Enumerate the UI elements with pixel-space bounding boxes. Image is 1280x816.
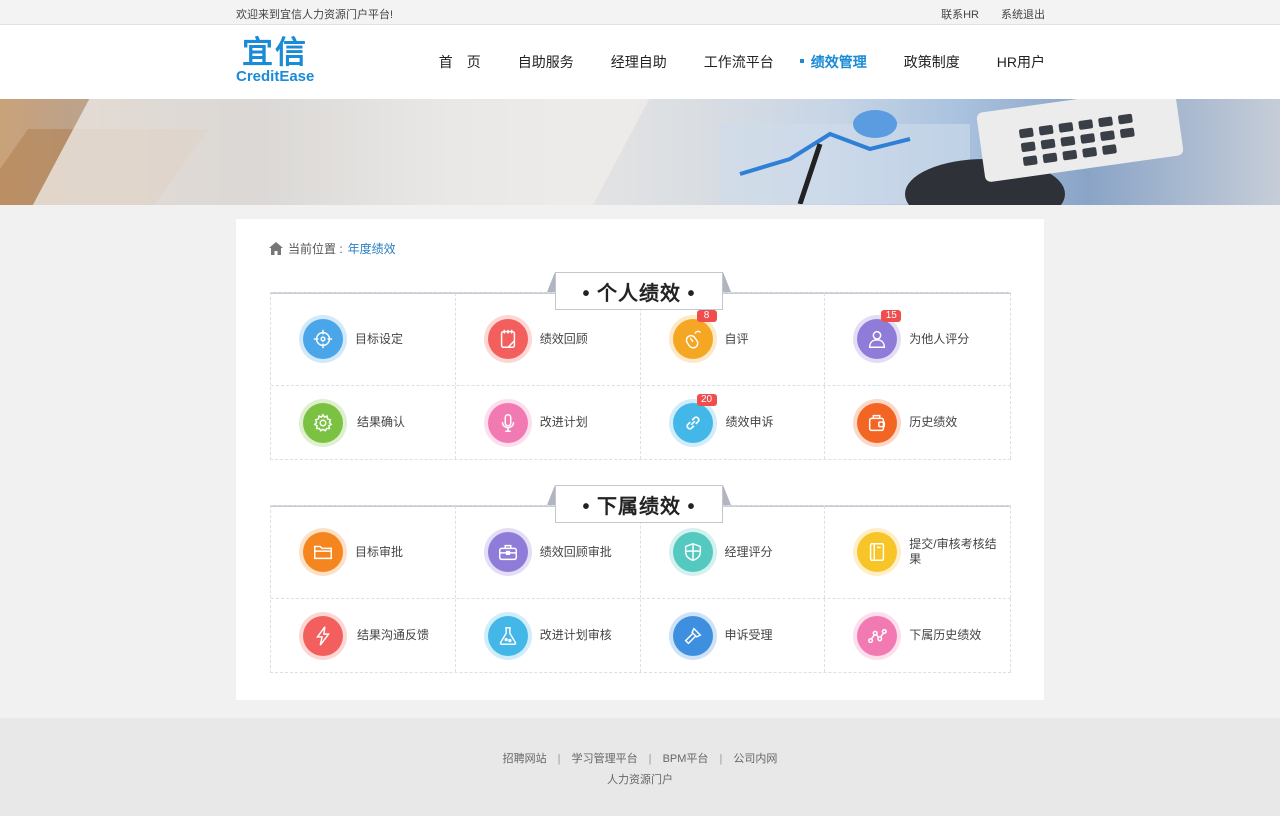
top-bar: 欢迎来到宜信人力资源门户平台! 联系HR 系统退出	[0, 0, 1280, 25]
folder-icon	[299, 528, 347, 576]
tile-label: 目标设定	[355, 331, 404, 346]
tile-label: 改进计划审核	[539, 628, 612, 642]
mouse-icon: 8	[668, 310, 717, 363]
footer-subtitle: 人力资源门户	[607, 774, 673, 786]
user-icon: 15	[853, 310, 902, 363]
flashlight-icon	[668, 611, 717, 660]
tile-label: 结果确认	[357, 415, 406, 429]
banner-image	[0, 99, 1280, 205]
top-links: 联系HR 系统退出	[941, 6, 1045, 22]
nav-manager-service[interactable]: 经理自助	[611, 52, 667, 72]
contact-hr-link[interactable]: 联系HR	[941, 6, 979, 22]
personal-performance-section: 目标设定 绩效回顾 8 自评 15 为他人评分 结果确认 改进计划 20 绩效申…	[270, 272, 1011, 460]
tile-label: 经理评分	[724, 544, 773, 559]
breadcrumb: 当前位置 : 年度绩效	[269, 240, 396, 257]
target-icon	[299, 315, 347, 363]
tile-result-feedback[interactable]: 结果沟通反馈	[271, 599, 456, 672]
briefcase-icon	[483, 528, 532, 576]
footer-link-intranet[interactable]: 公司内网	[733, 753, 777, 765]
tile-label: 改进计划	[539, 415, 588, 429]
personal-grid: 目标设定 绩效回顾 8 自评 15 为他人评分 结果确认 改进计划 20 绩效申…	[270, 292, 1011, 460]
content-panel: 当前位置 : 年度绩效 目标设定 绩效回顾 8 自评 15 为他人评分 结果确认…	[236, 219, 1044, 700]
tile-label: 为他人评分	[909, 331, 970, 346]
header: 宜信 CreditEase 首 页 自助服务 经理自助 工作流平台 绩效管理 政…	[0, 25, 1280, 99]
tile-goal-approval[interactable]: 目标审批	[271, 506, 456, 598]
main-nav: 首 页 自助服务 经理自助 工作流平台 绩效管理 政策制度 HR用户	[439, 25, 1045, 99]
flask-icon	[483, 611, 532, 660]
footer: 招聘网站 | 学习管理平台 | BPM平台 | 公司内网 人力资源门户	[0, 718, 1280, 816]
tile-plan-review[interactable]: 改进计划审核	[456, 599, 641, 672]
footer-link-bpm[interactable]: BPM平台	[663, 753, 709, 765]
tile-label: 结果沟通反馈	[357, 628, 430, 642]
breadcrumb-current[interactable]: 年度绩效	[348, 240, 396, 257]
shield-icon	[668, 528, 717, 576]
notification-badge: 20	[696, 393, 717, 406]
logo[interactable]: 宜信 CreditEase	[236, 37, 316, 87]
logout-link[interactable]: 系统退出	[1001, 6, 1045, 22]
nav-policy[interactable]: 政策制度	[904, 52, 960, 72]
tile-goal-setting[interactable]: 目标设定	[271, 293, 456, 385]
nav-workflow[interactable]: 工作流平台	[704, 52, 774, 72]
footer-link-learning[interactable]: 学习管理平台	[572, 753, 638, 765]
nav-performance[interactable]: 绩效管理	[799, 52, 867, 72]
notification-badge: 8	[696, 310, 717, 322]
logo-cn: 宜信	[242, 35, 308, 70]
footer-links: 招聘网站 | 学习管理平台 | BPM平台 | 公司内网	[0, 750, 1280, 766]
nodes-icon	[853, 611, 902, 660]
subordinate-section-title: • 下属绩效 •	[555, 485, 723, 523]
banner-calculator-graphic	[976, 99, 1184, 183]
microphone-icon	[483, 398, 532, 447]
tile-label: 历史绩效	[909, 415, 958, 429]
personal-section-title: • 个人绩效 •	[555, 272, 723, 310]
subordinate-performance-section: 目标审批 绩效回顾审批 经理评分 提交/审核考核结果 结果沟通反馈 改进计划审核…	[270, 485, 1011, 673]
home-icon[interactable]	[269, 242, 283, 255]
wallet-icon	[853, 398, 902, 447]
tile-result-confirm[interactable]: 结果确认	[271, 386, 456, 459]
gear-icon	[299, 398, 347, 447]
lightning-icon	[299, 611, 347, 660]
tile-subordinate-history[interactable]: 下属历史绩效	[825, 599, 1011, 672]
tile-history[interactable]: 历史绩效	[825, 386, 1011, 459]
logo-en: CreditEase	[236, 68, 315, 85]
tile-label: 绩效回顾审批	[539, 544, 612, 559]
notification-badge: 15	[881, 310, 902, 322]
tile-improvement-plan[interactable]: 改进计划	[456, 386, 641, 459]
tile-appeal-handling[interactable]: 申诉受理	[641, 599, 826, 672]
welcome-text: 欢迎来到宜信人力资源门户平台!	[236, 9, 394, 21]
tile-label: 绩效回顾	[539, 331, 588, 346]
footer-link-recruitment[interactable]: 招聘网站	[503, 753, 547, 765]
footer-separator: |	[648, 753, 652, 765]
nav-hr-user[interactable]: HR用户	[997, 52, 1045, 72]
tile-appeal[interactable]: 20 绩效申诉	[641, 386, 826, 459]
nav-home[interactable]: 首 页	[439, 52, 481, 72]
tile-rate-others[interactable]: 15 为他人评分	[825, 293, 1011, 385]
tile-label: 申诉受理	[724, 628, 773, 642]
tile-label: 提交/审核考核结果	[909, 537, 997, 566]
tile-label: 下属历史绩效	[909, 628, 982, 642]
tile-label: 自评	[724, 331, 749, 346]
footer-separator: |	[719, 753, 723, 765]
breadcrumb-prefix: 当前位置 :	[288, 242, 343, 256]
notepad-icon	[483, 315, 532, 363]
tile-label: 目标审批	[355, 544, 404, 559]
nav-self-service[interactable]: 自助服务	[518, 52, 574, 72]
book-icon	[853, 528, 902, 576]
subordinate-grid: 目标审批 绩效回顾审批 经理评分 提交/审核考核结果 结果沟通反馈 改进计划审核…	[270, 505, 1011, 673]
link-icon: 20	[668, 393, 717, 447]
footer-separator: |	[557, 753, 561, 765]
tile-submit-review-results[interactable]: 提交/审核考核结果	[825, 506, 1011, 598]
tile-label: 绩效申诉	[725, 415, 774, 429]
